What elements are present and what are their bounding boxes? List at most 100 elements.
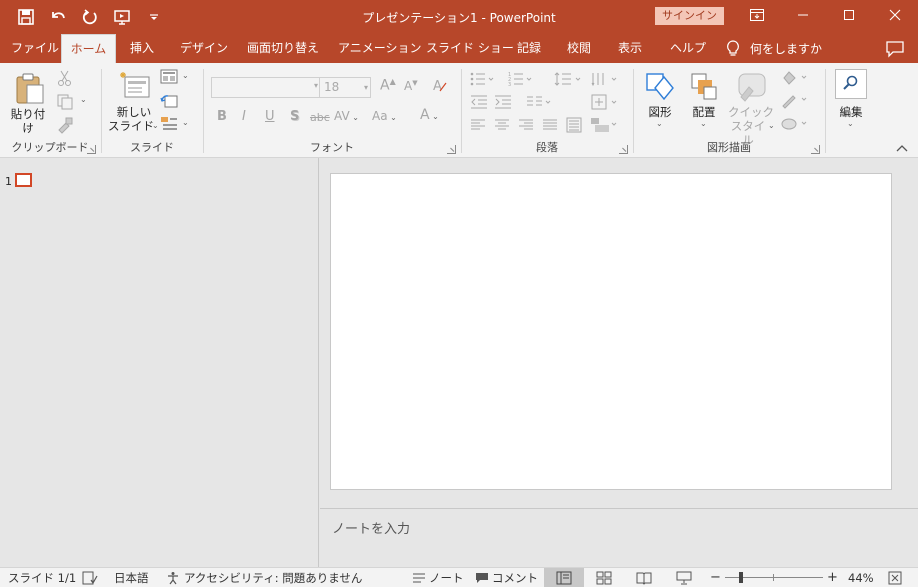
slide-sorter-button[interactable] bbox=[584, 568, 624, 587]
paragraph-launcher-icon[interactable] bbox=[619, 145, 628, 154]
notes-pane[interactable]: ノートを入力 bbox=[320, 508, 918, 567]
bullets-icon[interactable] bbox=[470, 71, 494, 87]
slideshow-icon bbox=[676, 571, 692, 584]
italic-button[interactable]: I bbox=[242, 109, 246, 124]
editing-group: 編集 ⌄ bbox=[826, 63, 876, 158]
decrease-indent-icon[interactable] bbox=[470, 95, 488, 109]
editing-label: 編集 bbox=[839, 105, 863, 119]
new-slide-button[interactable]: 新しい スライド ⌄ bbox=[108, 69, 160, 137]
slide-thumbnail-pane: 1 bbox=[0, 158, 319, 567]
tab-home[interactable]: ホーム bbox=[61, 34, 116, 63]
comments-icon[interactable] bbox=[885, 40, 905, 58]
accessibility-checker[interactable]: アクセシビリティ: 問題ありません bbox=[165, 570, 362, 586]
text-direction-icon[interactable] bbox=[590, 71, 620, 87]
quick-styles-button[interactable]: クイック スタイル ⌄ bbox=[728, 69, 775, 147]
tab-view[interactable]: 表示 bbox=[618, 34, 642, 63]
reset-slide-icon[interactable] bbox=[160, 93, 180, 111]
shapes-button[interactable]: 図形 ⌄ bbox=[640, 69, 680, 137]
align-text-icon[interactable] bbox=[590, 93, 620, 111]
line-spacing-icon[interactable] bbox=[554, 71, 584, 87]
paste-icon bbox=[16, 73, 44, 104]
drawing-launcher-icon[interactable] bbox=[811, 145, 820, 154]
undo-icon[interactable] bbox=[44, 6, 72, 28]
zoom-slider-thumb[interactable] bbox=[739, 572, 743, 583]
copy-icon[interactable]: ⌄ bbox=[56, 93, 90, 111]
font-group: ▾ 18 ▾ A▲ A▼ A B I U S abc AV ⌄ Aa ⌄ A ⌄… bbox=[204, 63, 460, 158]
numbering-icon[interactable]: 123 bbox=[508, 71, 532, 87]
tab-review[interactable]: 校閲 bbox=[567, 34, 591, 63]
justify-icon[interactable] bbox=[542, 119, 558, 131]
bold-button[interactable]: B bbox=[217, 109, 227, 124]
ribbon: 貼り付け ⌄ ⌄ クリップボード 新しい スライド ⌄ ⌄ ⌄ スライド ▾ 1… bbox=[0, 63, 918, 158]
align-left-icon[interactable] bbox=[470, 119, 486, 131]
comments-toggle[interactable]: コメント bbox=[475, 570, 538, 586]
smartart-convert-icon[interactable] bbox=[590, 117, 620, 133]
drawing-group: 図形 ⌄ 配置 ⌄ クイック スタイル ⌄ 図形描画 bbox=[634, 63, 824, 158]
start-from-beginning-icon[interactable] bbox=[108, 6, 136, 28]
clipboard-launcher-icon[interactable] bbox=[87, 145, 96, 154]
shape-outline-icon[interactable] bbox=[780, 91, 812, 109]
tab-design[interactable]: デザイン bbox=[180, 34, 228, 63]
layout-icon[interactable]: ⌄ bbox=[160, 69, 194, 87]
font-color-button[interactable]: A ⌄ bbox=[420, 107, 439, 123]
slide-thumbnail[interactable] bbox=[15, 173, 32, 187]
collapse-ribbon-icon[interactable] bbox=[895, 143, 909, 153]
reading-view-button[interactable] bbox=[624, 568, 664, 587]
zoom-in-button[interactable]: + bbox=[827, 570, 838, 586]
grow-font-icon[interactable]: A▲ bbox=[380, 77, 396, 94]
notes-toggle[interactable]: ノート bbox=[412, 570, 464, 586]
ribbon-display-options-icon[interactable] bbox=[734, 0, 780, 30]
tell-me-box[interactable]: 何をしますか bbox=[726, 34, 822, 63]
shadow-button[interactable]: S bbox=[290, 109, 299, 124]
distributed-icon[interactable] bbox=[566, 117, 582, 133]
shapes-label: 図形 bbox=[648, 105, 672, 119]
font-size-combobox[interactable]: 18 ▾ bbox=[319, 77, 371, 98]
format-painter-icon[interactable] bbox=[56, 116, 76, 134]
tab-transitions[interactable]: 画面切り替え bbox=[247, 34, 319, 63]
font-group-label: フォント bbox=[310, 141, 354, 154]
columns-icon[interactable] bbox=[526, 95, 552, 109]
maximize-icon[interactable] bbox=[826, 0, 872, 30]
redo-icon[interactable] bbox=[76, 6, 104, 28]
font-name-combobox[interactable]: ▾ bbox=[211, 77, 321, 98]
cut-icon[interactable] bbox=[56, 69, 76, 87]
editing-button[interactable]: 編集 ⌄ bbox=[830, 67, 872, 133]
minimize-icon[interactable] bbox=[780, 0, 826, 30]
fit-slide-button[interactable] bbox=[888, 570, 902, 586]
normal-view-button[interactable] bbox=[544, 568, 584, 587]
shrink-font-icon[interactable]: A▼ bbox=[404, 79, 418, 93]
clear-formatting-icon[interactable]: A bbox=[432, 77, 448, 97]
shape-effects-icon[interactable] bbox=[780, 115, 812, 133]
language-indicator[interactable]: 日本語 bbox=[114, 570, 149, 586]
increase-indent-icon[interactable] bbox=[494, 95, 512, 109]
tab-insert[interactable]: 挿入 bbox=[130, 34, 154, 63]
slide-canvas[interactable] bbox=[330, 173, 892, 490]
save-icon[interactable] bbox=[12, 6, 40, 28]
change-case-button[interactable]: Aa ⌄ bbox=[372, 109, 397, 123]
slideshow-button[interactable] bbox=[664, 568, 704, 587]
align-right-icon[interactable] bbox=[518, 119, 534, 131]
font-launcher-icon[interactable] bbox=[447, 145, 456, 154]
zoom-level[interactable]: 44% bbox=[848, 570, 874, 586]
close-icon[interactable] bbox=[872, 0, 918, 30]
shape-fill-icon[interactable] bbox=[780, 69, 812, 87]
reading-view-icon bbox=[636, 572, 652, 585]
comment-icon bbox=[476, 573, 488, 583]
tab-file[interactable]: ファイル bbox=[11, 34, 59, 63]
tab-slideshow[interactable]: スライド ショー bbox=[426, 34, 514, 63]
customize-qat-icon[interactable] bbox=[140, 6, 168, 28]
paste-button[interactable]: 貼り付け ⌄ bbox=[6, 69, 50, 137]
align-center-icon[interactable] bbox=[494, 119, 510, 131]
strikethrough-button[interactable]: abc bbox=[310, 111, 330, 124]
zoom-out-button[interactable]: − bbox=[710, 570, 721, 586]
underline-button[interactable]: U bbox=[265, 109, 275, 124]
tab-help[interactable]: ヘルプ bbox=[670, 34, 706, 63]
character-spacing-button[interactable]: AV ⌄ bbox=[334, 109, 359, 123]
spell-check-icon[interactable] bbox=[82, 570, 98, 586]
lightbulb-icon bbox=[727, 39, 739, 56]
tab-record[interactable]: 記録 bbox=[517, 34, 541, 63]
signin-button[interactable]: サインイン bbox=[655, 7, 724, 25]
tab-animations[interactable]: アニメーション bbox=[338, 34, 422, 63]
section-icon[interactable]: ⌄ bbox=[160, 116, 194, 134]
arrange-button[interactable]: 配置 ⌄ bbox=[684, 69, 724, 137]
